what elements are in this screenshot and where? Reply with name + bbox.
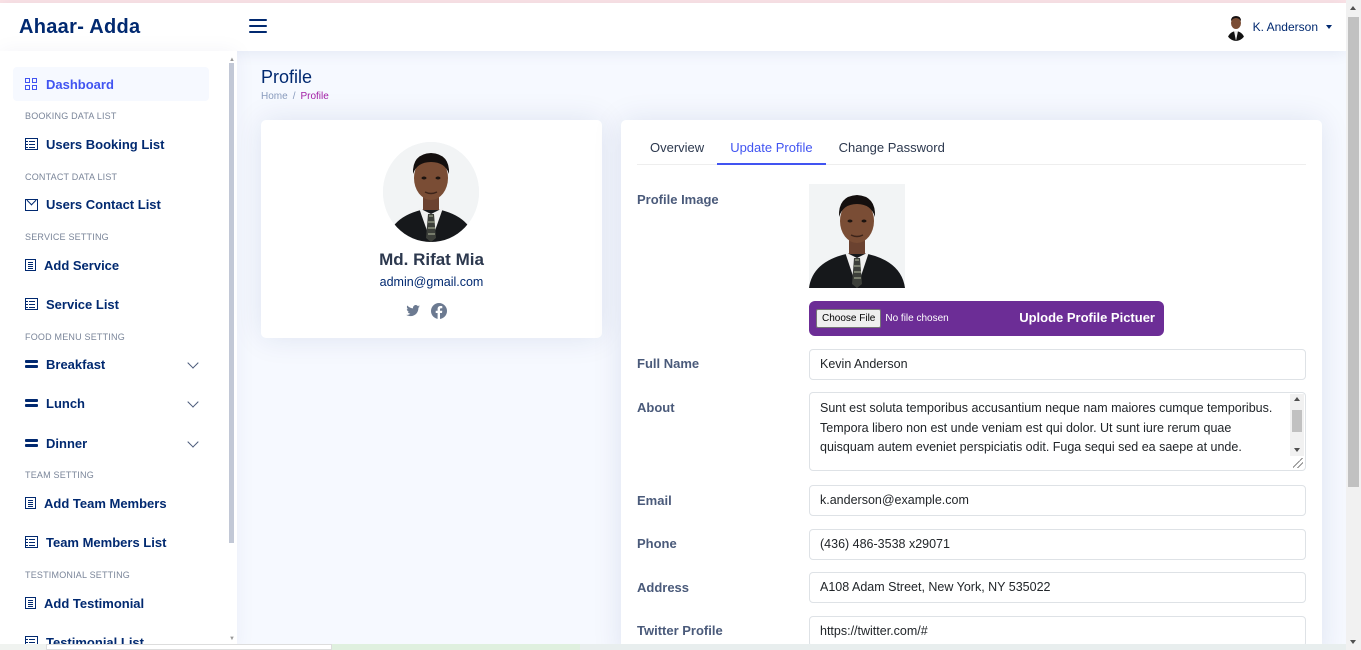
sidebar-item-label: Breakfast — [46, 356, 106, 372]
sidebar-scrollbar[interactable]: ▲ ▼ — [228, 57, 235, 642]
breadcrumb-home[interactable]: Home — [261, 91, 288, 102]
twitter-profile-label: Twitter Profile — [637, 623, 723, 638]
user-menu[interactable]: K. Anderson — [1224, 13, 1332, 41]
user-name: K. Anderson — [1252, 20, 1318, 34]
edit-profile-card: Overview Update Profile Change Password … — [621, 120, 1322, 650]
sidebar-item-service-list[interactable]: Service List — [13, 287, 209, 321]
sidebar-scroll-thumb[interactable] — [229, 63, 234, 543]
nav-heading-food-menu: FOOD MENU SETTING — [25, 332, 125, 342]
upload-profile-picture-button[interactable]: Uplode Profile Pictuer — [1019, 310, 1155, 325]
chevron-down-icon — [187, 436, 199, 448]
menu-bar-icon — [25, 358, 38, 370]
full-name-label: Full Name — [637, 356, 700, 371]
phone-input[interactable]: (436) 486-3538 x29071 — [809, 529, 1306, 560]
sidebar-item-team-members-list[interactable]: Team Members List — [13, 525, 209, 559]
nav-heading-testimonial: TESTIMONIAL SETTING — [25, 570, 130, 580]
tab-update-profile[interactable]: Update Profile — [717, 132, 826, 165]
logo[interactable]: Ahaar- Adda — [19, 16, 140, 39]
nav-heading-team: TEAM SETTING — [25, 470, 94, 480]
envelope-icon — [25, 198, 38, 211]
sidebar-item-label: Users Contact List — [46, 196, 161, 212]
nav-heading-booking: BOOKING DATA LIST — [25, 111, 117, 121]
grid-icon — [25, 78, 38, 90]
scroll-down-icon[interactable] — [1350, 640, 1356, 644]
document-icon — [25, 259, 36, 271]
scroll-down-icon[interactable]: ▼ — [229, 636, 235, 642]
menu-bar-icon — [25, 397, 38, 409]
sidebar-item-users-booking-list[interactable]: Users Booking List — [13, 127, 209, 161]
menu-bar-icon — [25, 437, 38, 449]
hamburger-menu-icon[interactable] — [249, 19, 267, 33]
list-icon — [25, 298, 38, 310]
document-icon — [25, 497, 36, 509]
twitter-icon[interactable] — [405, 303, 421, 319]
email-label: Email — [637, 493, 672, 508]
scroll-up-icon[interactable] — [1350, 6, 1356, 10]
caret-down-icon — [1326, 25, 1332, 29]
profile-tabs: Overview Update Profile Change Password — [637, 132, 1306, 165]
profile-email: admin@gmail.com — [379, 275, 484, 289]
upload-profile-picture-bar: Choose File No file chosen Uplode Profil… — [809, 301, 1164, 336]
choose-file-button[interactable]: Choose File — [816, 309, 882, 328]
sidebar-item-add-team-members[interactable]: Add Team Members — [13, 486, 209, 520]
list-icon — [25, 138, 38, 150]
nav-heading-service: SERVICE SETTING — [25, 232, 109, 242]
chevron-down-icon — [187, 357, 199, 369]
page-scrollbar[interactable] — [1346, 0, 1361, 650]
phone-label: Phone — [637, 536, 677, 551]
sidebar-item-label: Dinner — [46, 435, 88, 451]
textarea-scrollbar[interactable] — [1290, 394, 1304, 456]
profile-name: Md. Rifat Mia — [379, 250, 484, 269]
sidebar-item-label: Dashboard — [46, 76, 114, 92]
social-links — [405, 303, 447, 319]
breadcrumb-separator: / — [292, 91, 296, 102]
bottom-panel — [46, 644, 332, 650]
resize-grip-icon[interactable] — [1293, 458, 1303, 468]
sidebar-item-breakfast[interactable]: Breakfast — [13, 347, 209, 381]
address-label: Address — [637, 580, 690, 595]
header: Ahaar- Adda K. Anderson — [0, 3, 1346, 51]
tab-overview[interactable]: Overview — [637, 132, 717, 165]
document-icon — [25, 597, 36, 609]
address-input[interactable]: A108 Adam Street, New York, NY 535022 — [809, 572, 1306, 603]
page-scroll-thumb[interactable] — [1348, 17, 1359, 487]
email-input[interactable]: k.anderson@example.com — [809, 485, 1306, 516]
breadcrumb: Home / Profile — [261, 91, 329, 102]
sidebar: Dashboard BOOKING DATA LIST Users Bookin… — [0, 51, 237, 650]
sidebar-item-add-service[interactable]: Add Service — [13, 248, 209, 282]
sidebar-item-lunch[interactable]: Lunch — [13, 386, 209, 420]
sidebar-item-dinner[interactable]: Dinner — [13, 426, 209, 460]
sidebar-item-label: Service List — [46, 296, 119, 312]
sidebar-item-label: Lunch — [46, 395, 85, 411]
page-title: Profile — [261, 67, 313, 87]
profile-card: Md. Rifat Mia admin@gmail.com — [261, 120, 602, 338]
tab-change-password[interactable]: Change Password — [826, 132, 958, 165]
sidebar-item-add-testimonial[interactable]: Add Testimonial — [13, 586, 209, 620]
about-textarea[interactable]: Sunt est soluta temporibus accusantium n… — [809, 392, 1306, 471]
sidebar-item-users-contact-list[interactable]: Users Contact List — [13, 187, 209, 221]
about-label: About — [637, 400, 675, 415]
sidebar-item-label: Users Booking List — [46, 136, 165, 152]
about-text: Sunt est soluta temporibus accusantium n… — [820, 401, 1273, 454]
no-file-chosen-text: No file chosen — [885, 313, 949, 324]
full-name-input[interactable]: Kevin Anderson — [809, 349, 1306, 380]
sidebar-item-label: Add Testimonial — [44, 595, 145, 611]
sidebar-item-label: Add Service — [44, 257, 120, 273]
profile-image-preview — [809, 184, 905, 288]
facebook-icon[interactable] — [431, 303, 447, 319]
nav-heading-contact: CONTACT DATA LIST — [25, 172, 118, 182]
avatar — [1224, 13, 1247, 41]
scroll-down-icon[interactable] — [1294, 448, 1300, 452]
profile-photo — [383, 142, 479, 242]
list-icon — [25, 536, 38, 548]
twitter-profile-input[interactable]: https://twitter.com/# — [809, 616, 1306, 647]
chevron-down-icon — [187, 396, 199, 408]
scroll-up-icon[interactable] — [1294, 397, 1300, 401]
sidebar-item-label: Add Team Members — [44, 495, 167, 511]
breadcrumb-current: Profile — [300, 91, 329, 102]
sidebar-item-dashboard[interactable]: Dashboard — [13, 67, 209, 101]
sidebar-item-label: Team Members List — [46, 534, 167, 550]
profile-image-label: Profile Image — [637, 192, 719, 207]
textarea-scroll-thumb[interactable] — [1292, 410, 1302, 432]
